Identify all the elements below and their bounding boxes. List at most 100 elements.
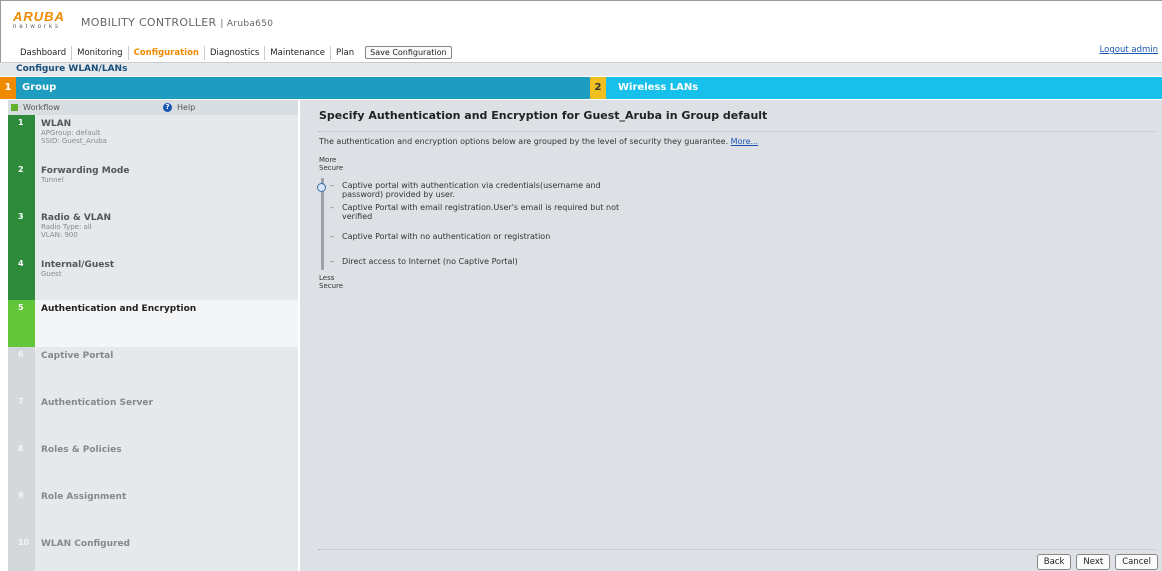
workflow-step[interactable]: 3 Radio & VLAN Radio Type: all VLAN: 900 <box>8 209 298 256</box>
workflow-step-title: Role Assignment <box>41 492 127 502</box>
workflow-icon <box>11 104 18 111</box>
option-label: Captive Portal with email registration.U… <box>342 203 620 221</box>
less-secure-line1: Less <box>319 274 335 282</box>
divider <box>318 131 1156 132</box>
logo-sub: networks <box>13 24 62 30</box>
page-title: Configure WLAN/LANs <box>16 64 128 74</box>
back-button[interactable]: Back <box>1036 554 1072 570</box>
workflow-step[interactable]: 7 Authentication Server <box>8 394 298 441</box>
controller-name: | Aruba650 <box>220 19 274 29</box>
workflow-step-body: Role Assignment <box>35 488 126 535</box>
workflow-step-number: 3 <box>8 209 35 256</box>
more-link[interactable]: More... <box>731 137 758 146</box>
cancel-button[interactable]: Cancel <box>1115 554 1158 570</box>
main-nav: Dashboard Monitoring Configuration Diagn… <box>15 44 452 61</box>
workflow-step-detail: SSID: Guest_Aruba <box>41 137 107 145</box>
next-button[interactable]: Next <box>1076 554 1111 570</box>
workflow-step[interactable]: 8 Roles & Policies <box>8 441 298 488</box>
workflow-step-body: Authentication and Encryption <box>35 300 196 347</box>
workflow-step-number: 10 <box>8 535 35 571</box>
workflow-step-detail: APGroup: default <box>41 129 101 137</box>
nav-dashboard[interactable]: Dashboard <box>15 45 73 60</box>
main-panel: Specify Authentication and Encryption fo… <box>300 100 1162 571</box>
workflow-step-detail: Radio Type: all <box>41 223 92 231</box>
workflow-step-body: Captive Portal <box>35 347 113 394</box>
workflow-step[interactable]: 1 WLAN APGroup: default SSID: Guest_Aruba <box>8 115 298 162</box>
workflow-step-title: WLAN Configured <box>41 539 130 549</box>
workflow-step-body: WLAN APGroup: default SSID: Guest_Aruba <box>35 115 107 162</box>
sidebar-header: Workflow ? Help <box>8 100 298 115</box>
workflow-step-body: Roles & Policies <box>35 441 122 488</box>
more-secure-line2: Secure <box>319 164 344 172</box>
nav-maintenance[interactable]: Maintenance <box>265 45 332 60</box>
option-label: Captive portal with authentication via c… <box>342 181 601 199</box>
more-secure-line1: More <box>319 156 337 164</box>
workflow-step-body: Radio & VLAN Radio Type: all VLAN: 900 <box>35 209 111 256</box>
workflow-step-title: Authentication and Encryption <box>41 304 197 314</box>
security-option[interactable]: – Captive portal with authentication via … <box>330 181 632 199</box>
logout-link[interactable]: Logout admin <box>1100 45 1158 55</box>
aruba-logo: ARUBA networks <box>13 10 69 34</box>
workflow-step-title: Internal/Guest <box>41 260 115 270</box>
security-option[interactable]: – Direct access to Internet (no Captive P… <box>330 257 632 266</box>
workflow-step-number: 4 <box>8 256 35 303</box>
workflow-step-number: 6 <box>8 347 35 394</box>
option-label: Direct access to Internet (no Captive Po… <box>342 257 518 266</box>
intro-sentence: The authentication and encryption option… <box>319 137 729 146</box>
workflow-step-title: Roles & Policies <box>41 445 122 455</box>
security-option[interactable]: – Captive Portal with email registration.… <box>330 203 632 221</box>
workflow-step-body: Authentication Server <box>35 394 153 441</box>
divider <box>318 549 1156 550</box>
workflow-step-number: 9 <box>8 488 35 535</box>
workflow-step-number: 2 <box>8 162 35 209</box>
step-label: Wireless LANs <box>618 82 699 93</box>
workflow-step-title: Captive Portal <box>41 351 114 361</box>
workflow-step[interactable]: 5 Authentication and Encryption <box>8 300 298 347</box>
product-title: MOBILITY CONTROLLER <box>81 16 217 29</box>
workflow-sidebar: Workflow ? Help 1 WLAN APGroup: default SSI… <box>8 100 298 571</box>
more-secure-label: More Secure <box>319 156 343 172</box>
step-number: 2 <box>590 77 606 99</box>
workflow-step-title: WLAN <box>41 119 72 129</box>
nav-configuration[interactable]: Configuration <box>129 45 205 60</box>
workflow-step-number: 7 <box>8 394 35 441</box>
app-header: ARUBA networks MOBILITY CONTROLLER | Arub… <box>0 0 1162 62</box>
nav-plan[interactable]: Plan <box>331 46 359 60</box>
option-label: Captive Portal with no authentication or… <box>342 232 551 241</box>
step-number: 1 <box>0 77 16 99</box>
help-label: Help <box>177 103 196 112</box>
workflow-label: Workflow <box>23 103 60 112</box>
workflow-step[interactable]: 6 Captive Portal <box>8 347 298 394</box>
security-option[interactable]: – Captive Portal with no authentication o… <box>330 232 632 241</box>
help-link[interactable]: ? Help <box>163 103 195 112</box>
workflow-step[interactable]: 9 Role Assignment <box>8 488 298 535</box>
workflow-step-detail: Tunnel <box>41 176 64 184</box>
workflow-step-detail: Guest <box>41 270 62 278</box>
product-name: MOBILITY CONTROLLER | Aruba650 <box>81 16 273 29</box>
step-group[interactable]: 1 Group <box>0 77 590 99</box>
workflow-step[interactable]: 2 Forwarding Mode Tunnel <box>8 162 298 209</box>
workflow-step[interactable]: 10 WLAN Configured <box>8 535 298 571</box>
nav-diagnostics[interactable]: Diagnostics <box>205 45 266 60</box>
wizard-buttons: Back Next Cancel <box>1036 554 1158 570</box>
workflow-step-title: Radio & VLAN <box>41 213 112 223</box>
workflow-step-number: 5 <box>8 300 35 347</box>
logo-word: ARUBA <box>13 9 65 24</box>
workflow-step-title: Forwarding Mode <box>41 166 130 176</box>
security-slider-handle[interactable] <box>317 183 326 192</box>
step-bar: 1 Group 2 Wireless LANs <box>0 77 1162 99</box>
workflow-step-number: 1 <box>8 115 35 162</box>
save-configuration-button[interactable]: Save Configuration <box>365 46 452 59</box>
workflow-step-title: Authentication Server <box>41 398 153 408</box>
workflow-step[interactable]: 4 Internal/Guest Guest <box>8 256 298 303</box>
workflow-step-detail: VLAN: 900 <box>41 231 78 239</box>
less-secure-label: Less Secure <box>319 274 343 290</box>
workflow-step-number: 8 <box>8 441 35 488</box>
workflow-step-body: Internal/Guest Guest <box>35 256 114 303</box>
page-title-bar: Configure WLAN/LANs <box>0 62 1162 76</box>
step-wireless-lans[interactable]: 2 Wireless LANs <box>590 77 1162 99</box>
workflow-step-body: Forwarding Mode Tunnel <box>35 162 129 209</box>
help-icon: ? <box>163 103 172 112</box>
nav-monitoring[interactable]: Monitoring <box>72 45 129 60</box>
less-secure-line2: Secure <box>319 282 344 290</box>
